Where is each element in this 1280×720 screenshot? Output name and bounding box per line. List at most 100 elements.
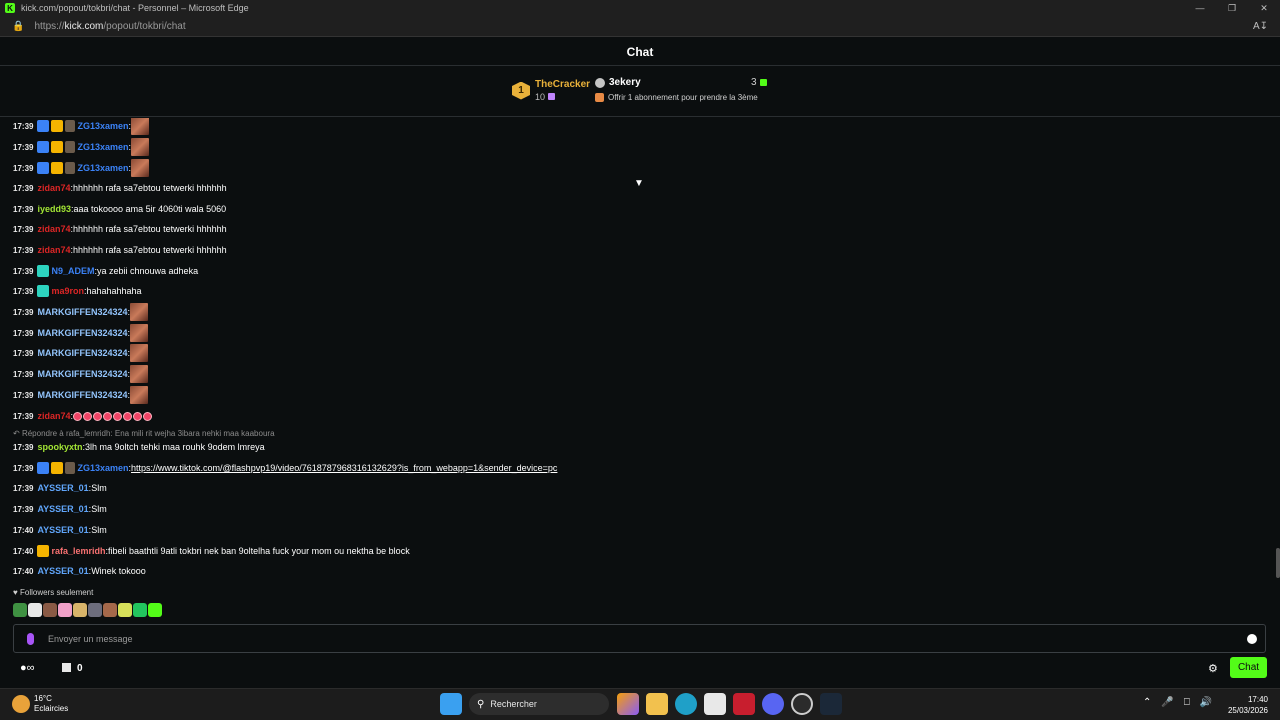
settings-gear-icon[interactable]: ⚙ — [1208, 662, 1218, 675]
url-field[interactable]: https://kick.com/popout/tokbri/chat — [34, 21, 185, 32]
chat-message: 17:39 spookyxtn: 3lh ma 9oltch tehki maa … — [13, 439, 265, 455]
chat-emote-icon[interactable] — [131, 159, 150, 177]
message-time: 17:40 — [13, 566, 34, 576]
message-username[interactable]: ZG13xamen — [77, 163, 128, 173]
second-gifter-name: 3ekery — [609, 77, 641, 88]
followers-only-indicator: ♥ Followers seulement — [13, 588, 94, 597]
chat-message: 17:39 ZG13xamen: — [13, 118, 150, 135]
chat-message: 17:39 MARKGIFFEN324324: — [13, 303, 149, 321]
system-clock[interactable]: 17:40 25/03/2026 — [1224, 694, 1268, 716]
chevron-up-icon[interactable]: ⌃ — [1143, 697, 1151, 708]
message-username[interactable]: ZG13xamen — [77, 463, 128, 473]
message-username[interactable]: zidan74 — [37, 224, 70, 234]
edge-icon[interactable] — [675, 693, 697, 715]
minimize-icon[interactable]: — — [1184, 0, 1216, 16]
reply-context[interactable]: ↶ Répondre à rafa_lemridh: Ena mili rit … — [13, 429, 275, 438]
restore-icon[interactable]: ❐ — [1216, 0, 1248, 16]
leaderboard-second[interactable]: 3ekery Offrir 1 abonnement pour prendre … — [595, 77, 758, 102]
url-prefix: https:// — [34, 20, 65, 32]
chat-emote-icon[interactable] — [130, 386, 149, 404]
emote-green-icon[interactable] — [133, 603, 147, 617]
message-username[interactable]: ZG13xamen — [77, 121, 128, 131]
mic-tray-icon[interactable]: 🎤 — [1161, 697, 1173, 708]
page-title: Chat — [626, 44, 654, 59]
leaderboard-first[interactable]: 1 TheCracker 10 — [512, 79, 590, 102]
weather-widget[interactable]: 16°C Eclaircies — [12, 694, 68, 714]
message-username[interactable]: rafa_lemridh — [51, 546, 105, 556]
message-username[interactable]: ma9ron — [51, 286, 84, 296]
message-username[interactable]: AYSSER_01 — [37, 525, 88, 535]
message-text: ya zebii chnouwa adheka — [97, 266, 199, 276]
message-username[interactable]: iyedd93 — [37, 204, 71, 214]
emote-pink-icon[interactable] — [58, 603, 72, 617]
message-text: Winek tokooo — [91, 566, 146, 576]
emote-hands-icon[interactable] — [73, 603, 87, 617]
message-username[interactable]: AYSSER_01 — [37, 483, 88, 493]
emote-tk-icon[interactable] — [28, 603, 42, 617]
emoji-icon — [73, 411, 82, 421]
send-chat-button[interactable]: Chat — [1230, 657, 1267, 678]
message-username[interactable]: N9_ADEM — [51, 266, 94, 276]
chat-emote-icon[interactable] — [130, 344, 149, 362]
message-username[interactable]: MARKGIFFEN324324 — [37, 307, 127, 317]
message-time: 17:39 — [13, 390, 34, 400]
channel-points[interactable]: 0 — [62, 663, 83, 674]
message-username[interactable]: ZG13xamen — [77, 142, 128, 152]
emote-portrait-icon[interactable] — [103, 603, 117, 617]
message-username[interactable]: MARKGIFFEN324324 — [37, 348, 127, 358]
points-icon — [62, 663, 71, 672]
chat-emote-icon[interactable] — [130, 365, 149, 383]
emoji-icon — [123, 411, 132, 421]
chat-emote-icon[interactable] — [131, 118, 150, 135]
emote-frog-icon[interactable] — [13, 603, 27, 617]
discord-icon[interactable] — [762, 693, 784, 715]
browser-titlebar: K kick.com/popout/tokbri/chat - Personne… — [0, 0, 1280, 16]
mic-icon[interactable] — [27, 633, 34, 645]
address-bar[interactable]: 🔒 https://kick.com/popout/tokbri/chat A↧ — [0, 16, 1280, 37]
teal-badge-icon — [37, 265, 50, 277]
message-time: 17:39 — [13, 286, 34, 296]
scrollbar[interactable] — [1276, 548, 1280, 578]
message-username[interactable]: MARKGIFFEN324324 — [37, 369, 127, 379]
copilot-icon[interactable] — [617, 693, 639, 715]
message-username[interactable]: MARKGIFFEN324324 — [37, 328, 127, 338]
emote-person-icon[interactable] — [88, 603, 102, 617]
emote-kick-icon[interactable] — [148, 603, 162, 617]
emote-skull-icon[interactable] — [118, 603, 132, 617]
message-username[interactable]: AYSSER_01 — [37, 504, 88, 514]
taskbar-search[interactable]: ⚲ Rechercher — [469, 693, 609, 715]
infinity-icon[interactable]: ●∞ — [20, 662, 35, 674]
close-icon[interactable]: ✕ — [1248, 0, 1280, 16]
store-icon[interactable] — [704, 693, 726, 715]
message-username[interactable]: zidan74 — [37, 245, 70, 255]
emote-face-icon[interactable] — [43, 603, 57, 617]
message-username[interactable]: MARKGIFFEN324324 — [37, 390, 127, 400]
steam-icon[interactable] — [820, 693, 842, 715]
network-icon[interactable]: ⎕ — [1184, 697, 1190, 708]
sub-badge-icon — [37, 162, 50, 174]
clock-date: 25/03/2026 — [1227, 706, 1268, 715]
emoji-picker-icon[interactable] — [1247, 634, 1257, 644]
chrome-icon[interactable] — [791, 693, 813, 715]
message-username[interactable]: zidan74 — [37, 411, 70, 421]
file-explorer-icon[interactable] — [646, 693, 668, 715]
message-username[interactable]: spookyxtn — [37, 442, 82, 452]
acrobat-icon[interactable] — [733, 693, 755, 715]
message-text: Slm — [91, 504, 107, 514]
clock-time: 17:40 — [1247, 695, 1268, 704]
message-text: Slm — [91, 525, 107, 535]
message-link[interactable]: https://www.tiktok.com/@flashpvp19/video… — [131, 463, 557, 473]
chat-emote-icon[interactable] — [130, 303, 149, 321]
badge-icon — [595, 77, 605, 88]
search-icon: ⚲ — [477, 698, 485, 710]
volume-icon[interactable]: 🔊 — [1200, 697, 1212, 708]
message-username[interactable]: AYSSER_01 — [37, 566, 88, 576]
chat-emote-icon[interactable] — [131, 138, 150, 156]
read-aloud-icon[interactable]: A↧ — [1253, 21, 1268, 32]
lock-icon[interactable]: 🔒 — [12, 21, 24, 32]
chat-emote-icon[interactable] — [130, 324, 149, 342]
message-time: 17:39 — [13, 204, 34, 214]
message-input[interactable]: Envoyer un message — [13, 624, 1266, 653]
message-username[interactable]: zidan74 — [37, 183, 70, 193]
windows-start-icon[interactable] — [440, 693, 462, 715]
